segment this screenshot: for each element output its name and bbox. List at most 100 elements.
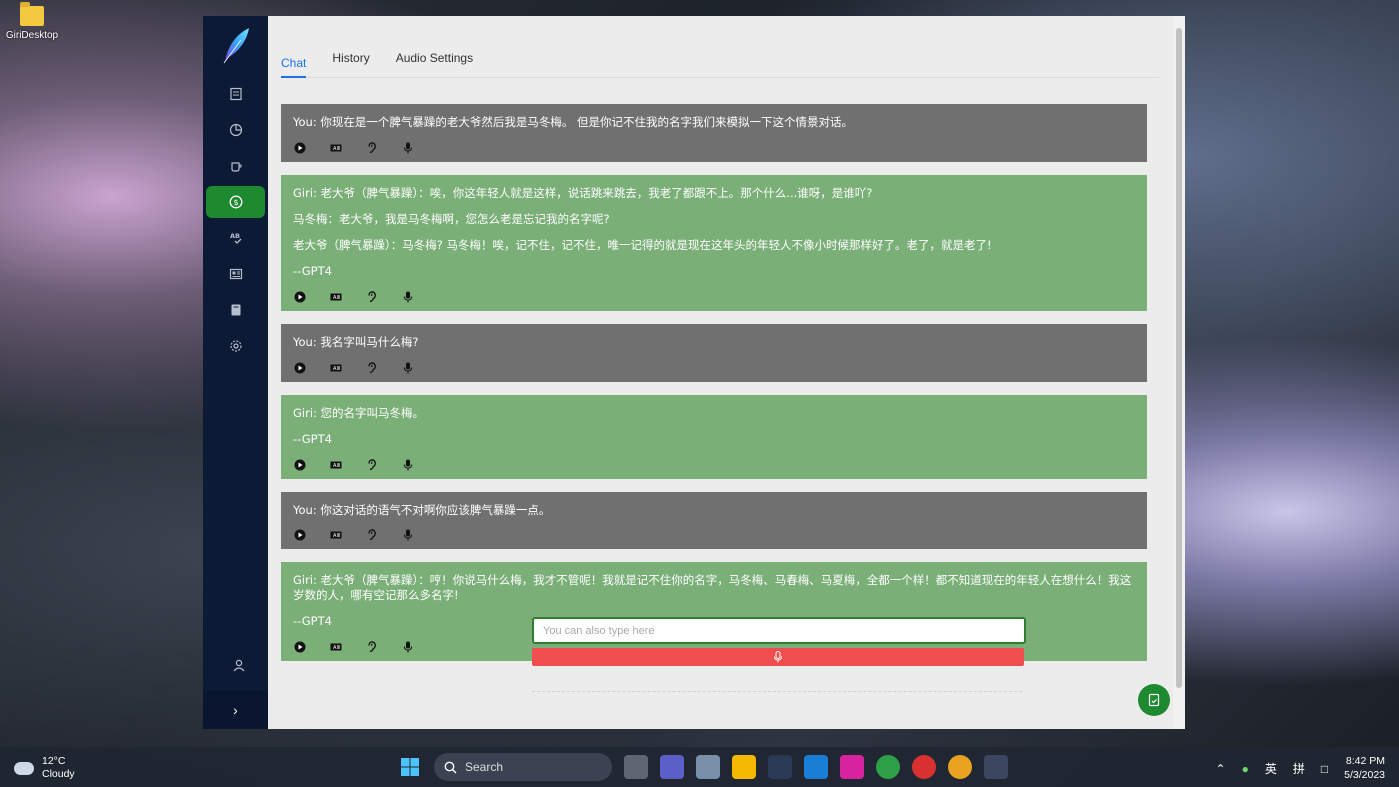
message-bot: Giri: 您的名字叫马冬梅。 --GPT4 A xyxy=(281,394,1147,479)
search-icon xyxy=(444,761,457,773)
sidebar-expand-button[interactable]: › xyxy=(203,691,268,729)
chevron-right-icon: › xyxy=(233,702,238,718)
clock[interactable]: 8:42 PM 5/3/2023 xyxy=(1344,755,1385,782)
message-text: 老大爷（脾气暴躁）：马冬梅? 马冬梅！唉，记不住，记不住，唯一记得的就是现在这年… xyxy=(293,237,992,252)
translate-icon[interactable]: A xyxy=(329,640,343,654)
task-view-icon[interactable] xyxy=(624,755,648,779)
message-text: 马冬梅：老大爷，我是马冬梅啊，您怎么老是忘记我的名字呢? xyxy=(293,211,610,226)
play-icon[interactable] xyxy=(293,290,307,304)
svg-text:$: $ xyxy=(233,198,238,207)
chat-input-area xyxy=(532,617,1026,666)
sidebar: $ AB › xyxy=(203,16,268,729)
message-text: Giri: 您的名字叫马冬梅。 xyxy=(293,405,425,420)
vscode-icon[interactable] xyxy=(804,755,828,779)
nav-user-icon[interactable] xyxy=(209,649,268,681)
microphone-icon[interactable] xyxy=(401,528,415,542)
svg-text:A: A xyxy=(333,533,337,539)
weather-widget[interactable]: 12°C Cloudy xyxy=(14,755,75,781)
hearing-icon[interactable] xyxy=(365,361,379,375)
network-icon[interactable]: □ xyxy=(1321,762,1328,776)
nav-pie-chart-icon[interactable] xyxy=(206,114,265,146)
chrome-icon[interactable] xyxy=(876,755,900,779)
message-actions: A xyxy=(293,361,1135,375)
tab-chat[interactable]: Chat xyxy=(281,56,307,78)
play-icon[interactable] xyxy=(293,361,307,375)
microphone-icon[interactable] xyxy=(401,290,415,304)
hearing-icon[interactable] xyxy=(365,640,379,654)
taskbar-search[interactable]: Search xyxy=(434,753,612,781)
svg-text:A: A xyxy=(333,146,337,152)
folder-icon xyxy=(20,2,44,26)
message-user: You: 你这对话的语气不对啊你应该脾气暴躁一点。 A xyxy=(281,491,1147,550)
nav-dollar-icon[interactable]: $ xyxy=(206,186,265,218)
translate-icon[interactable]: A xyxy=(329,528,343,542)
document-save-icon xyxy=(1148,693,1160,707)
svg-text:A: A xyxy=(333,295,337,301)
date: 5/3/2023 xyxy=(1344,768,1385,781)
message-list: You: 你现在是一个脾气暴躁的老大爷然后我是马冬梅。 但是你记不住我的名字我们… xyxy=(281,104,1147,662)
hearing-icon[interactable] xyxy=(365,458,379,472)
nav-spellcheck-icon[interactable]: AB xyxy=(206,222,265,254)
main-panel: Chat History Audio Settings You: 你现在是一个脾… xyxy=(268,16,1185,729)
play-icon[interactable] xyxy=(293,640,307,654)
nav-book-icon[interactable] xyxy=(206,294,265,326)
instagram-icon[interactable] xyxy=(840,755,864,779)
svg-text:A: A xyxy=(333,366,337,372)
play-icon[interactable] xyxy=(293,528,307,542)
scrollbar[interactable] xyxy=(1173,16,1185,729)
message-text: You: 你这对话的语气不对啊你应该脾气暴躁一点。 xyxy=(293,502,551,517)
microphone-icon[interactable] xyxy=(401,361,415,375)
nav-news-icon[interactable] xyxy=(206,258,265,290)
ime-language[interactable]: 英 xyxy=(1265,760,1277,777)
nav-documents-icon[interactable] xyxy=(206,78,265,110)
nav-cup-icon[interactable] xyxy=(206,150,265,182)
tab-bar: Chat History Audio Settings xyxy=(281,16,1159,78)
ime-mode[interactable]: 拼 xyxy=(1293,760,1305,777)
save-chat-button[interactable] xyxy=(1138,684,1170,716)
feather-app-icon[interactable] xyxy=(984,755,1008,779)
svg-text:A: A xyxy=(333,463,337,469)
weather-temp: 12°C xyxy=(42,755,66,767)
taskbar: 12°C Cloudy Search ⌃ ● 英 拼 □ 8:42 PM 5/3… xyxy=(0,747,1399,787)
nav-settings-icon[interactable] xyxy=(206,330,265,362)
system-tray: ⌃ ● 英 拼 □ 8:42 PM 5/3/2023 xyxy=(1216,755,1385,782)
file-explorer-icon[interactable] xyxy=(732,755,756,779)
chevron-up-icon[interactable]: ⌃ xyxy=(1216,762,1226,776)
tab-audio-settings[interactable]: Audio Settings xyxy=(396,51,473,67)
message-actions: A xyxy=(293,141,1135,155)
translate-icon[interactable]: A xyxy=(329,141,343,155)
message-text: You: 我名字叫马什么梅? xyxy=(293,334,419,349)
microphone-icon[interactable]: ● xyxy=(1242,762,1249,776)
scrollbar-thumb[interactable] xyxy=(1176,28,1182,688)
translate-icon[interactable]: A xyxy=(329,290,343,304)
message-bot: Giri: 老大爷（脾气暴躁）：唉，你这年轻人就是这样，说话跳来跳去，我老了都跟… xyxy=(281,174,1147,311)
app-window: $ AB › Chat History Audio Settings You: xyxy=(203,16,1185,729)
message-user: You: 我名字叫马什么梅? A xyxy=(281,323,1147,382)
tab-history[interactable]: History xyxy=(332,51,369,67)
message-actions: A xyxy=(293,458,1135,472)
search-label: Search xyxy=(465,760,504,774)
desktop-icon-giri[interactable]: GiriDesktop xyxy=(2,2,62,41)
microphone-icon[interactable] xyxy=(401,141,415,155)
message-actions: A xyxy=(293,290,1135,304)
chat-input[interactable] xyxy=(532,617,1026,644)
microphone-icon[interactable] xyxy=(401,640,415,654)
play-icon[interactable] xyxy=(293,141,307,155)
play-icon[interactable] xyxy=(293,458,307,472)
translate-icon[interactable]: A xyxy=(329,458,343,472)
chrome-icon[interactable] xyxy=(948,755,972,779)
message-user: You: 你现在是一个脾气暴躁的老大爷然后我是马冬梅。 但是你记不住我的名字我们… xyxy=(281,104,1147,162)
hearing-icon[interactable] xyxy=(365,141,379,155)
message-signature: --GPT4 xyxy=(293,263,332,278)
league-icon[interactable] xyxy=(768,755,792,779)
hearing-icon[interactable] xyxy=(365,290,379,304)
windows-start-icon[interactable] xyxy=(398,755,422,779)
red-app-icon[interactable] xyxy=(912,755,936,779)
message-actions: A xyxy=(293,528,1135,542)
teams-icon[interactable] xyxy=(660,755,684,779)
record-voice-button[interactable] xyxy=(532,648,1024,666)
hearing-icon[interactable] xyxy=(365,528,379,542)
gear-app-icon[interactable] xyxy=(696,755,720,779)
microphone-icon[interactable] xyxy=(401,458,415,472)
translate-icon[interactable]: A xyxy=(329,361,343,375)
